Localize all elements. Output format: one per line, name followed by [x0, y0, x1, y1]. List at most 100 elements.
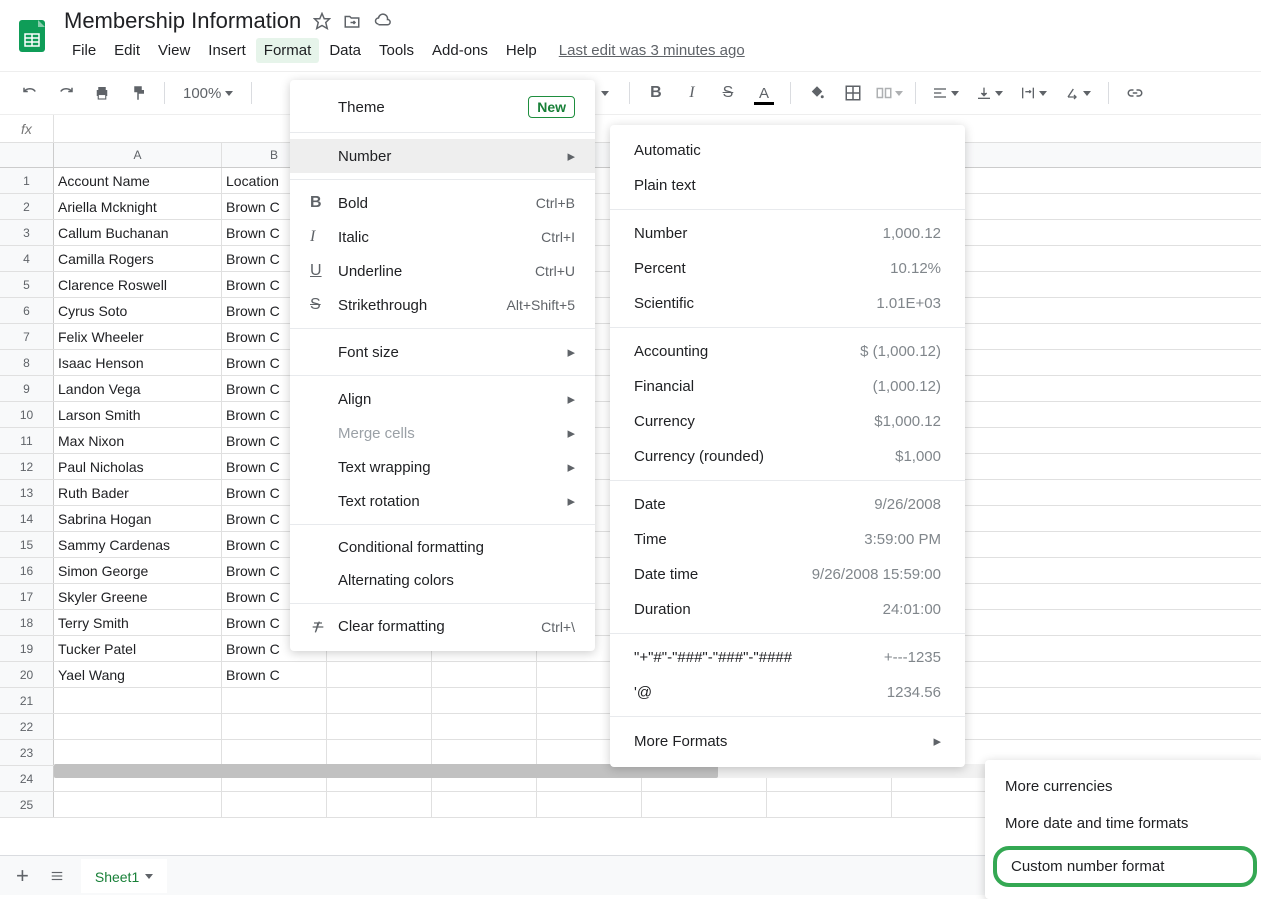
cell[interactable] [642, 792, 767, 817]
row-header[interactable]: 2 [0, 194, 54, 219]
vertical-align-button[interactable] [972, 79, 1008, 107]
cell[interactable]: Simon George [54, 558, 222, 583]
menu-item-align[interactable]: Align▸ [290, 382, 595, 416]
horizontal-align-button[interactable] [928, 79, 964, 107]
document-title[interactable]: Membership Information [64, 8, 301, 34]
number-format-option[interactable]: Duration24:01:00 [610, 592, 965, 627]
text-color-button[interactable]: A [750, 79, 778, 107]
cell[interactable]: Camilla Rogers [54, 246, 222, 271]
cell[interactable]: Larson Smith [54, 402, 222, 427]
cell[interactable]: Max Nixon [54, 428, 222, 453]
number-format-option[interactable]: '@1234.56 [610, 675, 965, 710]
row-header[interactable]: 14 [0, 506, 54, 531]
italic-button[interactable]: I [678, 79, 706, 107]
cell[interactable]: Cyrus Soto [54, 298, 222, 323]
row-header[interactable]: 6 [0, 298, 54, 323]
cell[interactable] [54, 740, 222, 765]
row-header[interactable]: 1 [0, 168, 54, 193]
cloud-status-icon[interactable] [373, 12, 393, 30]
row-header[interactable]: 23 [0, 740, 54, 765]
cell[interactable] [327, 714, 432, 739]
cell[interactable]: Account Name [54, 168, 222, 193]
number-format-option[interactable]: "+"#"-"###"-"###"-"####+---1235 [610, 640, 965, 675]
cell[interactable] [222, 688, 327, 713]
menu-insert[interactable]: Insert [200, 38, 254, 63]
row-header[interactable]: 17 [0, 584, 54, 609]
number-format-option[interactable]: More Formats▸ [610, 723, 965, 759]
cell[interactable]: Sabrina Hogan [54, 506, 222, 531]
cell[interactable]: Ariella Mcknight [54, 194, 222, 219]
sheet-tab[interactable]: Sheet1 [81, 859, 167, 893]
row-header[interactable]: 9 [0, 376, 54, 401]
borders-button[interactable] [839, 79, 867, 107]
menu-item-number[interactable]: Number▸ [290, 139, 595, 173]
menu-data[interactable]: Data [321, 38, 369, 63]
row-header[interactable]: 11 [0, 428, 54, 453]
cell[interactable] [222, 740, 327, 765]
cell[interactable] [767, 792, 892, 817]
bold-button[interactable]: B [642, 79, 670, 107]
text-rotation-button[interactable] [1060, 79, 1096, 107]
row-header[interactable]: 18 [0, 610, 54, 635]
menu-item-theme[interactable]: ThemeNew [290, 88, 595, 126]
row-header[interactable]: 15 [0, 532, 54, 557]
cell[interactable] [327, 740, 432, 765]
cell[interactable]: Yael Wang [54, 662, 222, 687]
merge-cells-button[interactable] [875, 79, 903, 107]
number-format-option[interactable]: Date time9/26/2008 15:59:00 [610, 557, 965, 592]
menu-item-alternating-colors[interactable]: Alternating colors [290, 564, 595, 597]
redo-button[interactable] [52, 79, 80, 107]
row-header[interactable]: 10 [0, 402, 54, 427]
menu-item-custom-number-format[interactable]: Custom number format [993, 846, 1257, 887]
row-header[interactable]: 16 [0, 558, 54, 583]
row-header[interactable]: 20 [0, 662, 54, 687]
menu-item-strikethrough[interactable]: SStrikethroughAlt+Shift+5 [290, 288, 595, 322]
cell[interactable] [432, 714, 537, 739]
fill-color-button[interactable] [803, 79, 831, 107]
column-header[interactable]: A [54, 143, 222, 167]
row-header[interactable]: 13 [0, 480, 54, 505]
menu-view[interactable]: View [150, 38, 198, 63]
cell[interactable]: Isaac Henson [54, 350, 222, 375]
menu-item-bold[interactable]: BBoldCtrl+B [290, 186, 595, 220]
number-format-option[interactable]: Currency (rounded)$1,000 [610, 439, 965, 474]
row-header[interactable]: 8 [0, 350, 54, 375]
cell[interactable] [327, 792, 432, 817]
last-edit-link[interactable]: Last edit was 3 minutes ago [559, 42, 745, 59]
menu-item-underline[interactable]: UUnderlineCtrl+U [290, 254, 595, 288]
strikethrough-button[interactable]: S [714, 79, 742, 107]
row-header[interactable]: 7 [0, 324, 54, 349]
menu-item-text-wrapping[interactable]: Text wrapping▸ [290, 450, 595, 484]
cell[interactable] [537, 792, 642, 817]
row-header[interactable]: 19 [0, 636, 54, 661]
menu-file[interactable]: File [64, 38, 104, 63]
cell[interactable] [222, 714, 327, 739]
menu-add-ons[interactable]: Add-ons [424, 38, 496, 63]
menu-format[interactable]: Format [256, 38, 320, 63]
cell[interactable]: Callum Buchanan [54, 220, 222, 245]
move-icon[interactable] [343, 12, 361, 30]
cell[interactable]: Ruth Bader [54, 480, 222, 505]
number-format-option[interactable]: Percent10.12% [610, 251, 965, 286]
cell[interactable] [327, 688, 432, 713]
number-format-option[interactable]: Date9/26/2008 [610, 487, 965, 522]
row-header[interactable]: 12 [0, 454, 54, 479]
menu-item-italic[interactable]: IItalicCtrl+I [290, 220, 595, 254]
menu-item-merge-cells[interactable]: Merge cells▸ [290, 416, 595, 450]
row-header[interactable]: 21 [0, 688, 54, 713]
number-format-option[interactable]: Accounting$ (1,000.12) [610, 334, 965, 369]
number-format-option[interactable]: Financial(1,000.12) [610, 369, 965, 404]
cell[interactable]: Felix Wheeler [54, 324, 222, 349]
menu-item-conditional-formatting[interactable]: Conditional formatting [290, 531, 595, 564]
star-icon[interactable] [313, 12, 331, 30]
cell[interactable]: Skyler Greene [54, 584, 222, 609]
text-wrapping-button[interactable] [1016, 79, 1052, 107]
cell[interactable] [432, 688, 537, 713]
select-all-corner[interactable] [0, 143, 54, 167]
menu-item-more-currencies[interactable]: More currencies [985, 768, 1261, 805]
row-header[interactable]: 25 [0, 792, 54, 817]
row-header[interactable]: 3 [0, 220, 54, 245]
cell[interactable]: Sammy Cardenas [54, 532, 222, 557]
cell[interactable] [54, 792, 222, 817]
cell[interactable] [432, 662, 537, 687]
